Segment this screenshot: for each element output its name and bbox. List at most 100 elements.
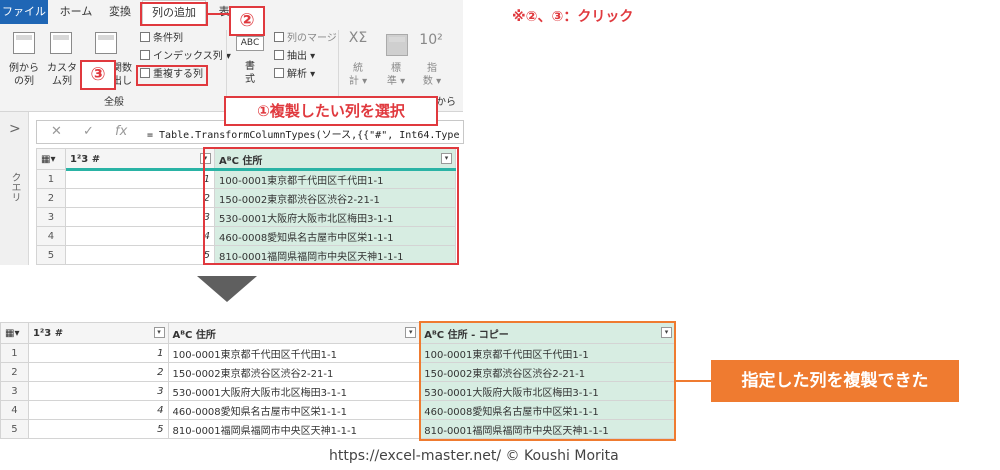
cell[interactable]: 1 xyxy=(64,169,216,189)
row-number: 5 xyxy=(36,245,66,265)
scientific-button[interactable]: 指 数 ▾ xyxy=(420,62,444,88)
confirm-icon[interactable]: ✓ xyxy=(83,124,94,139)
cell[interactable]: 2 xyxy=(27,362,169,382)
cell[interactable]: 530-0001大阪府大阪市北区梅田3-1-1 xyxy=(167,381,421,401)
statistics-label-2: 計 ▾ xyxy=(348,76,368,87)
tab-home[interactable]: ホーム xyxy=(54,0,98,24)
group-from-number-label: から xyxy=(436,97,456,108)
standard-icon xyxy=(386,34,408,56)
statistics-icon: XΣ xyxy=(348,30,368,46)
step3-marker: ③ xyxy=(80,60,116,90)
parse-label: 解析 xyxy=(287,69,307,80)
cell[interactable]: 5 xyxy=(27,419,169,439)
standard-label-2: 準 ▾ xyxy=(386,76,406,87)
merge-columns-button[interactable]: 列のマージ xyxy=(274,32,337,46)
extract-button[interactable]: 抽出 ▾ xyxy=(274,50,315,64)
merge-columns-label: 列のマージ xyxy=(287,33,337,44)
column-header-number[interactable]: 1²3 # ▾ xyxy=(27,322,169,344)
column-header-address[interactable]: AᴮC 住所 ▾ xyxy=(167,322,421,344)
row-number: 2 xyxy=(36,188,66,208)
custom-column-button[interactable]: カスタ ム列 xyxy=(44,62,80,88)
whole-number-type-icon[interactable]: 1²3 xyxy=(70,154,88,165)
format-button[interactable]: 書 式 xyxy=(240,60,260,86)
index-column-button[interactable]: インデックス列 ▾ xyxy=(140,50,231,64)
tab-file[interactable]: ファイル xyxy=(0,0,48,24)
column-from-examples-label-2: の列 xyxy=(14,76,34,87)
parse-chevron-icon: ▾ xyxy=(307,69,316,80)
table-select-all[interactable]: ▦▾ xyxy=(0,322,29,344)
conditional-column-icon xyxy=(140,32,150,42)
extract-icon xyxy=(274,50,284,60)
row-number: 4 xyxy=(0,400,29,420)
scientific-icon: 10² xyxy=(419,32,443,48)
filter-dropdown-icon[interactable]: ▾ xyxy=(405,327,417,338)
result-connector xyxy=(674,380,712,382)
cell[interactable]: 5 xyxy=(64,245,216,265)
column-header-label: # xyxy=(54,327,64,339)
fx-icon: fx xyxy=(115,124,128,139)
extract-label: 抽出 xyxy=(287,51,307,62)
format-label-1: 書 xyxy=(245,61,255,72)
cancel-icon[interactable]: ✕ xyxy=(51,124,62,139)
statistics-button[interactable]: 統 計 ▾ xyxy=(346,62,370,88)
row-number: 2 xyxy=(0,362,29,382)
down-arrow-icon xyxy=(197,276,257,302)
ribbon-separator xyxy=(338,30,339,106)
custom-column-label-1: カスタ xyxy=(47,63,77,74)
highlight-duplicate-column xyxy=(136,65,208,86)
standard-button[interactable]: 標 準 ▾ xyxy=(384,62,408,88)
column-from-examples-label-1: 例から xyxy=(9,63,39,74)
cell[interactable]: 1 xyxy=(27,343,169,363)
table-icon: ▦▾ xyxy=(5,327,20,339)
table-select-all[interactable]: ▦▾ xyxy=(36,148,66,170)
row-number: 1 xyxy=(36,169,66,189)
cell[interactable]: 4 xyxy=(64,226,216,246)
click-note: ※②、③：クリック xyxy=(512,9,634,25)
cell[interactable]: 3 xyxy=(64,207,216,227)
index-column-label: インデックス列 xyxy=(153,51,223,62)
conditional-column-button[interactable]: 条件列 xyxy=(140,32,183,46)
format-label-2: 式 xyxy=(245,74,255,85)
formula-text[interactable]: = Table.TransformColumnTypes(ソース,{{"#", … xyxy=(147,126,459,141)
cell[interactable]: 4 xyxy=(27,400,169,420)
cell[interactable]: 100-0001東京都千代田区千代田1-1 xyxy=(167,343,421,363)
cell[interactable]: 460-0008愛知県名古屋市中区栄1-1-1 xyxy=(167,400,421,420)
cell[interactable]: 810-0001福岡県福岡市中央区天神1-1-1 xyxy=(167,419,421,439)
column-header-label: # xyxy=(91,153,101,165)
row-number: 4 xyxy=(36,226,66,246)
merge-columns-icon xyxy=(274,32,284,42)
cell[interactable]: 3 xyxy=(27,381,169,401)
whole-number-type-icon[interactable]: 1²3 xyxy=(33,328,51,339)
cell[interactable]: 150-0002東京都渋谷区渋谷2-21-1 xyxy=(167,362,421,382)
row-number: 3 xyxy=(36,207,66,227)
tab-transform[interactable]: 変換 xyxy=(100,0,140,24)
text-type-icon[interactable]: AᴮC xyxy=(173,330,193,341)
group-general-label: 全般 xyxy=(104,97,124,108)
invoke-function-icon xyxy=(95,32,117,54)
parse-button[interactable]: 解析 ▾ xyxy=(274,68,315,82)
standard-label-1: 標 xyxy=(391,63,401,74)
expand-queries-icon[interactable]: > xyxy=(9,121,21,137)
custom-column-label-2: ム列 xyxy=(52,76,72,87)
column-from-examples-button[interactable]: 例から の列 xyxy=(4,62,44,88)
queries-panel: > クエリ xyxy=(0,112,29,265)
conditional-column-label: 条件列 xyxy=(153,33,183,44)
cell[interactable]: 2 xyxy=(64,188,216,208)
highlight-address-column xyxy=(203,147,459,265)
filter-dropdown-icon[interactable]: ▾ xyxy=(153,327,165,338)
highlight-add-column-tab xyxy=(140,2,208,26)
column-header-number[interactable]: 1²3 # ▾ xyxy=(64,148,216,170)
row-number: 1 xyxy=(0,343,29,363)
format-abc-icon: ABC xyxy=(236,36,264,51)
statistics-label-1: 統 xyxy=(353,63,363,74)
scientific-label-1: 指 xyxy=(427,63,437,74)
step2-marker: ② xyxy=(229,6,265,36)
index-column-icon xyxy=(140,50,150,60)
custom-column-icon xyxy=(50,32,72,54)
highlight-copied-column xyxy=(419,321,676,441)
step1-callout: ①複製したい列を選択 xyxy=(224,96,438,126)
scientific-label-2: 数 ▾ xyxy=(422,76,442,87)
queries-panel-label: クエリ xyxy=(9,172,20,202)
row-number: 3 xyxy=(0,381,29,401)
parse-icon xyxy=(274,68,284,78)
